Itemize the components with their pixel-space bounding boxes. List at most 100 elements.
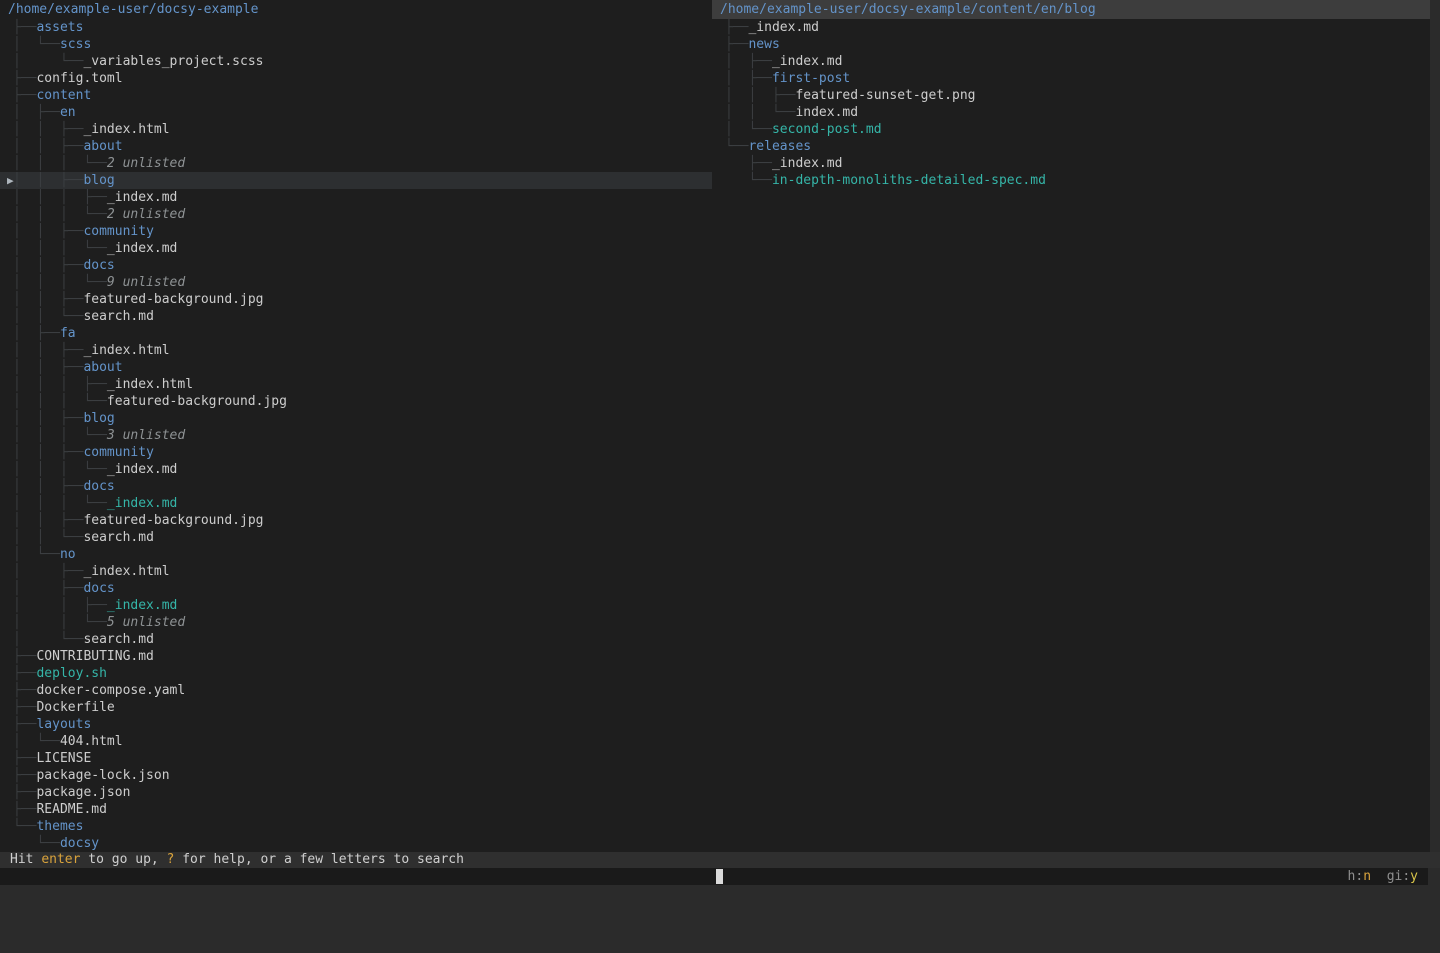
status-hint-segment: to go up, bbox=[80, 852, 166, 867]
tree-row[interactable]: ├──news bbox=[712, 36, 1430, 53]
tree-row[interactable]: │ │ │ └──featured-background.jpg bbox=[0, 393, 712, 410]
tree-branch-lines: │ │ ├── bbox=[13, 258, 83, 273]
tree-row[interactable]: ├──README.md bbox=[0, 801, 712, 818]
tree-row[interactable]: │ └──second-post.md bbox=[712, 121, 1430, 138]
file-name: _index.md bbox=[107, 241, 177, 256]
tree-branch-lines: │ │ ├── bbox=[13, 224, 83, 239]
status-hint-segment: enter bbox=[41, 852, 80, 867]
tree-row[interactable]: ├──assets bbox=[0, 19, 712, 36]
tree-row[interactable]: │ │ │ ├──_index.md bbox=[0, 189, 712, 206]
tree-row[interactable]: │ └──no bbox=[0, 546, 712, 563]
tree-row[interactable]: └──themes bbox=[0, 818, 712, 835]
tree-row[interactable]: │ └──404.html bbox=[0, 733, 712, 750]
tree-row[interactable]: │ │ ├──about bbox=[0, 138, 712, 155]
unlisted-count: 3 unlisted bbox=[107, 428, 185, 443]
command-input[interactable]: :e h:n gi:y bbox=[0, 868, 1428, 885]
right-panel-path: /home/example-user/docsy-example/content… bbox=[712, 0, 1430, 19]
tree-branch-lines: │ └── bbox=[13, 632, 83, 647]
tree-row[interactable]: │ │ │ ├──_index.html bbox=[0, 376, 712, 393]
tree-row[interactable]: │ ├──en bbox=[0, 104, 712, 121]
tree-row[interactable]: │ │ │ └──2 unlisted bbox=[0, 155, 712, 172]
tree-branch-lines: │ │ └── bbox=[13, 530, 83, 545]
tree-row[interactable]: │ │ │ └──2 unlisted bbox=[0, 206, 712, 223]
tree-row[interactable]: │ │ ├──_index.html bbox=[0, 342, 712, 359]
tree-row[interactable]: │ └──_variables_project.scss bbox=[0, 53, 712, 70]
tree-row[interactable]: │ │ └──5 unlisted bbox=[0, 614, 712, 631]
tree-row[interactable]: │ ├──first-post bbox=[712, 70, 1430, 87]
tree-branch-lines: │ ├── bbox=[725, 71, 772, 86]
tree-row[interactable]: │ ├──_index.html bbox=[0, 563, 712, 580]
unlisted-count: 2 unlisted bbox=[107, 156, 185, 171]
file-name: search.md bbox=[83, 309, 153, 324]
tree-row[interactable]: └──releases bbox=[712, 138, 1430, 155]
tree-row[interactable]: │ └──scss bbox=[0, 36, 712, 53]
status-hint-segment: Hit bbox=[10, 852, 41, 867]
tree-row[interactable]: │ │ │ └──_index.md bbox=[0, 461, 712, 478]
file-name: deploy.sh bbox=[36, 666, 106, 681]
tree-branch-lines: │ │ ├── bbox=[13, 360, 83, 375]
dir-name: about bbox=[83, 139, 122, 154]
file-name: _index.md bbox=[107, 598, 177, 613]
tree-branch-lines: ├── bbox=[13, 20, 36, 35]
tree-row[interactable]: ▶│ │ ├──blog bbox=[0, 172, 712, 189]
tree-row[interactable]: │ │ │ └──_index.md bbox=[0, 495, 712, 512]
tree-row[interactable]: ├──config.toml bbox=[0, 70, 712, 87]
tree-row[interactable]: ├──content bbox=[0, 87, 712, 104]
tree-branch-lines: │ │ │ └── bbox=[13, 241, 107, 256]
tree-row[interactable]: │ │ ├──blog bbox=[0, 410, 712, 427]
tree-branch-lines: ├── bbox=[13, 71, 36, 86]
tree-row[interactable]: │ ├──docs bbox=[0, 580, 712, 597]
tree-row[interactable]: ├──deploy.sh bbox=[0, 665, 712, 682]
tree-row[interactable]: │ ├──fa bbox=[0, 325, 712, 342]
tree-row[interactable]: │ │ │ └──9 unlisted bbox=[0, 274, 712, 291]
tree-row[interactable]: │ │ ├──community bbox=[0, 223, 712, 240]
tree-row[interactable]: │ └──search.md bbox=[0, 631, 712, 648]
file-name: second-post.md bbox=[772, 122, 882, 137]
tree-row[interactable]: │ │ └──search.md bbox=[0, 529, 712, 546]
tree-branch-lines: └── bbox=[725, 139, 748, 154]
file-name: search.md bbox=[83, 530, 153, 545]
tree-row[interactable]: └──docsy bbox=[0, 835, 712, 852]
tree-row[interactable]: ├──layouts bbox=[0, 716, 712, 733]
tree-branch-lines: ├── bbox=[13, 785, 36, 800]
tree-row[interactable]: ├──_index.md bbox=[712, 19, 1430, 36]
panel-right: /home/example-user/docsy-example/content… bbox=[712, 0, 1430, 852]
tree-row[interactable]: ├──package-lock.json bbox=[0, 767, 712, 784]
dir-name: docsy bbox=[60, 836, 99, 851]
tree-row[interactable]: ├──_index.md bbox=[712, 155, 1430, 172]
tree-row[interactable]: ├──Dockerfile bbox=[0, 699, 712, 716]
tree-row[interactable]: │ │ ├──featured-background.jpg bbox=[0, 291, 712, 308]
dir-name: assets bbox=[36, 20, 83, 35]
tree-row[interactable]: │ │ └──index.md bbox=[712, 104, 1430, 121]
tree-row[interactable]: │ │ ├──community bbox=[0, 444, 712, 461]
tree-branch-lines: ├── bbox=[13, 768, 36, 783]
panel-left: /home/example-user/docsy-example ├──asse… bbox=[0, 0, 712, 852]
flag-label: h: bbox=[1348, 869, 1364, 884]
tree-branch-lines: │ │ ├── bbox=[13, 479, 83, 494]
tree-row[interactable]: │ │ ├──about bbox=[0, 359, 712, 376]
tree-row[interactable]: │ │ ├──_index.md bbox=[0, 597, 712, 614]
left-panel-path: /home/example-user/docsy-example bbox=[0, 0, 712, 19]
tree-row[interactable]: └──in-depth-monoliths-detailed-spec.md bbox=[712, 172, 1430, 189]
tree-row[interactable]: │ │ ├──_index.html bbox=[0, 121, 712, 138]
tree-row[interactable]: ├──CONTRIBUTING.md bbox=[0, 648, 712, 665]
tree-row[interactable]: │ │ ├──featured-sunset-get.png bbox=[712, 87, 1430, 104]
tree-row[interactable]: │ │ │ └──_index.md bbox=[0, 240, 712, 257]
tree-row[interactable]: │ │ ├──featured-background.jpg bbox=[0, 512, 712, 529]
tree-branch-lines: │ │ ├── bbox=[13, 343, 83, 358]
file-name: _index.md bbox=[107, 190, 177, 205]
tree-row[interactable]: ├──docker-compose.yaml bbox=[0, 682, 712, 699]
tree-row[interactable]: │ │ ├──docs bbox=[0, 478, 712, 495]
mode-flags: h:n gi:y bbox=[1348, 868, 1418, 885]
tree-row[interactable]: ├──package.json bbox=[0, 784, 712, 801]
tree-row[interactable]: │ │ └──search.md bbox=[0, 308, 712, 325]
tree-row[interactable]: ├──LICENSE bbox=[0, 750, 712, 767]
tree-row[interactable]: │ │ ├──docs bbox=[0, 257, 712, 274]
selection-arrow-icon: ▶ bbox=[7, 172, 14, 189]
tree-branch-lines: │ ├── bbox=[13, 564, 83, 579]
file-name: docker-compose.yaml bbox=[36, 683, 185, 698]
tree-branch-lines: ├── bbox=[13, 717, 36, 732]
tree-branch-lines: ├── bbox=[13, 666, 36, 681]
tree-row[interactable]: │ │ │ └──3 unlisted bbox=[0, 427, 712, 444]
tree-row[interactable]: │ ├──_index.md bbox=[712, 53, 1430, 70]
